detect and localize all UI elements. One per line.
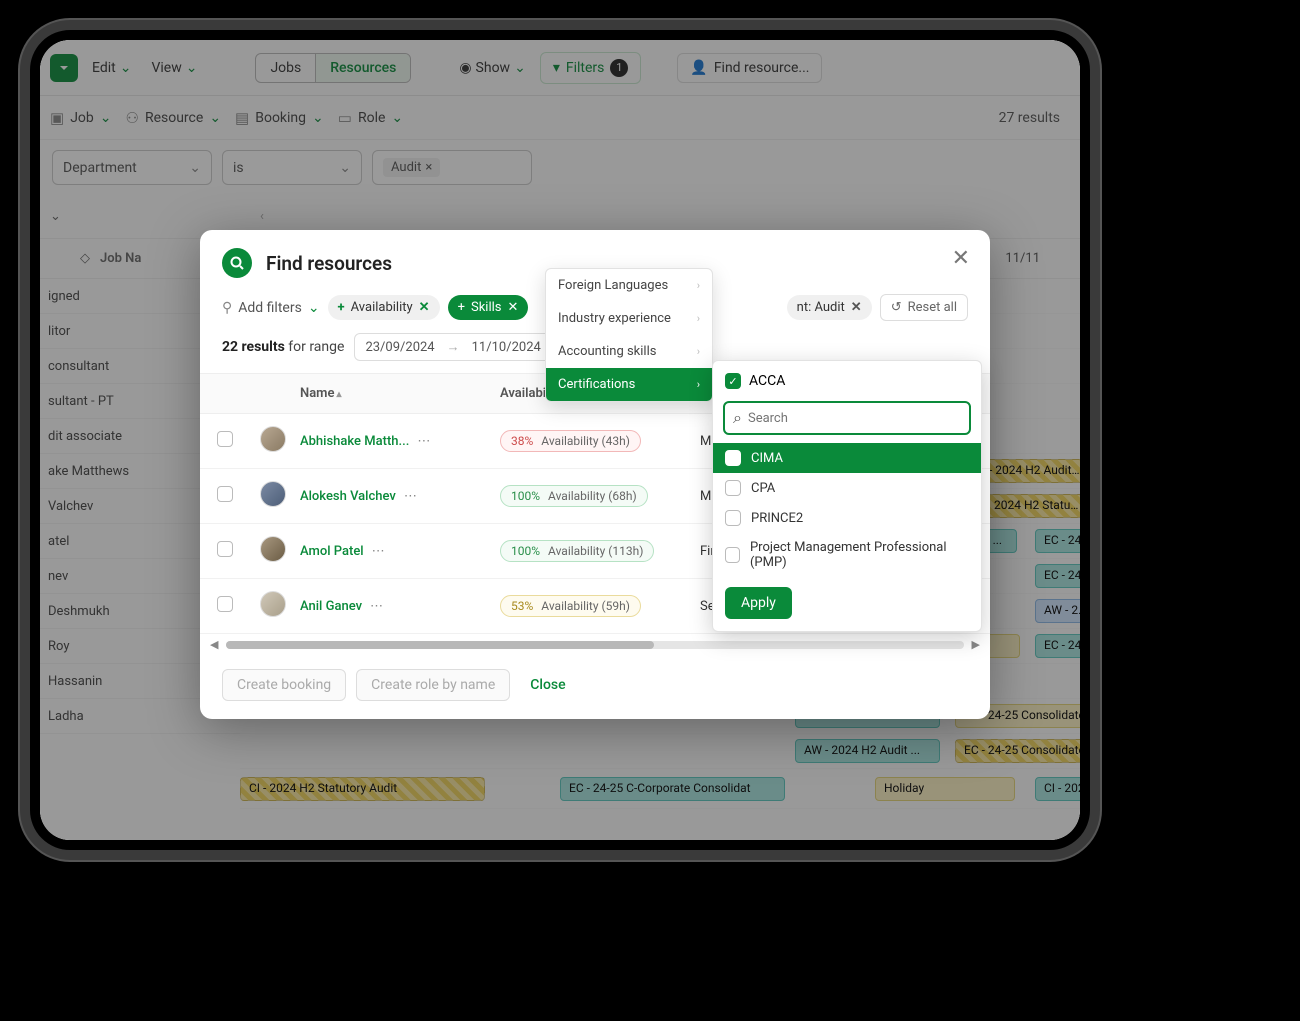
cert-option-label: Project Management Professional (PMP) (750, 540, 969, 570)
cert-option-label: CIMA (751, 451, 783, 466)
cert-option[interactable]: PRINCE2 (713, 503, 981, 533)
chevron-down-icon: ⌄ (308, 300, 320, 316)
filter-chip-department[interactable]: nt: Audit ✕ (787, 295, 872, 320)
more-icon[interactable]: ⋯ (372, 544, 387, 559)
search-icon: ⌕ (733, 408, 742, 428)
chip-label: Availability (351, 300, 413, 315)
chevron-right-icon: › (697, 345, 700, 358)
row-checkbox[interactable] (217, 541, 233, 557)
resource-name-link[interactable]: Alokesh Valchev (300, 489, 396, 504)
availability-pill: 53%Availability (59h) (500, 595, 641, 617)
chip-label: nt: Audit (797, 300, 845, 315)
avatar (260, 426, 286, 452)
column-name[interactable]: Name▴ (290, 374, 490, 413)
skills-category-flyout: Foreign Languages›Industry experience›Ac… (545, 268, 713, 402)
search-icon (222, 248, 252, 278)
checkbox-icon[interactable] (725, 510, 741, 526)
close-icon[interactable]: ✕ (952, 246, 970, 271)
chevron-right-icon: › (697, 279, 700, 292)
filter-icon: ⚲ (222, 300, 232, 316)
row-checkbox[interactable] (217, 596, 233, 612)
skill-category-item[interactable]: Certifications › (546, 368, 712, 401)
checkbox-icon[interactable] (725, 547, 740, 563)
availability-pill: 100%Availability (68h) (500, 485, 648, 507)
date-range-picker[interactable]: 23/09/2024 → 11/10/2024 (354, 333, 551, 361)
date-from: 23/09/2024 (365, 340, 434, 355)
scrollbar-thumb[interactable] (226, 641, 653, 649)
skill-category-item[interactable]: Foreign Languages › (546, 269, 712, 302)
modal-title: Find resources (266, 252, 392, 275)
create-role-button[interactable]: Create role by name (356, 669, 510, 701)
cert-option[interactable]: Project Management Professional (PMP) (713, 533, 981, 577)
availability-pill: 38%Availability (43h) (500, 430, 641, 452)
cert-option[interactable]: CIMA (713, 443, 981, 473)
create-booking-button[interactable]: Create booking (222, 669, 346, 701)
avatar (260, 536, 286, 562)
skill-category-item[interactable]: Accounting skills › (546, 335, 712, 368)
remove-icon[interactable]: ✕ (507, 300, 518, 315)
selected-cert-row[interactable]: ACCA (713, 369, 981, 397)
resource-name-link[interactable]: Anil Ganev (300, 599, 362, 614)
more-icon[interactable]: ⋯ (417, 434, 432, 449)
arrow-right-icon: → (447, 339, 460, 355)
add-filters-button[interactable]: ⚲ Add filters ⌄ (222, 300, 320, 316)
remove-icon[interactable]: ✕ (851, 300, 862, 315)
remove-icon[interactable]: ✕ (419, 300, 430, 315)
date-to: 11/10/2024 (472, 340, 541, 355)
plus-icon: + (458, 300, 465, 315)
reset-label: Reset all (908, 300, 957, 315)
checkbox-icon[interactable] (725, 480, 741, 496)
selected-cert-label: ACCA (749, 373, 785, 389)
close-button[interactable]: Close (520, 670, 575, 700)
row-checkbox[interactable] (217, 431, 233, 447)
avatar (260, 481, 286, 507)
resource-name-link[interactable]: Amol Patel (300, 544, 364, 559)
cert-search-box[interactable]: ⌕ (723, 401, 971, 435)
chip-label: Skills (471, 300, 502, 315)
cert-option[interactable]: CPA (713, 473, 981, 503)
category-label: Certifications (558, 377, 635, 392)
category-label: Foreign Languages (558, 278, 668, 293)
add-filters-label: Add filters (238, 300, 302, 316)
avatar (260, 591, 286, 617)
chevron-right-icon: › (697, 378, 700, 391)
checkbox-checked-icon[interactable] (725, 373, 741, 389)
cert-option-label: CPA (751, 481, 775, 496)
scroll-left-icon[interactable]: ◀ (210, 638, 218, 651)
row-checkbox[interactable] (217, 486, 233, 502)
scroll-right-icon[interactable]: ▶ (972, 638, 980, 651)
filter-chip-availability[interactable]: + Availability ✕ (328, 295, 440, 320)
certifications-flyout: ACCA ⌕ CIMA CPA PRINCE2 Project Management … (712, 360, 982, 632)
category-label: Industry experience (558, 311, 671, 326)
plus-icon: + (338, 300, 345, 315)
results-text: 22 results for range (222, 339, 344, 355)
category-label: Accounting skills (558, 344, 656, 359)
more-icon[interactable]: ⋯ (370, 599, 385, 614)
filter-chip-skills[interactable]: + Skills ✕ (448, 295, 529, 320)
sort-asc-icon: ▴ (336, 389, 341, 400)
availability-pill: 100%Availability (113h) (500, 540, 654, 562)
chevron-right-icon: › (697, 312, 700, 325)
undo-icon: ↺ (891, 300, 902, 315)
more-icon[interactable]: ⋯ (404, 489, 419, 504)
reset-all-button[interactable]: ↺ Reset all (880, 294, 968, 321)
cert-option-label: PRINCE2 (751, 511, 803, 526)
resource-name-link[interactable]: Abhishake Matth... (300, 434, 409, 449)
checkbox-icon[interactable] (725, 450, 741, 466)
skill-category-item[interactable]: Industry experience › (546, 302, 712, 335)
horizontal-scrollbar[interactable]: ◀ ▶ (200, 634, 990, 655)
apply-button[interactable]: Apply (725, 587, 792, 619)
cert-search-input[interactable] (748, 411, 961, 426)
